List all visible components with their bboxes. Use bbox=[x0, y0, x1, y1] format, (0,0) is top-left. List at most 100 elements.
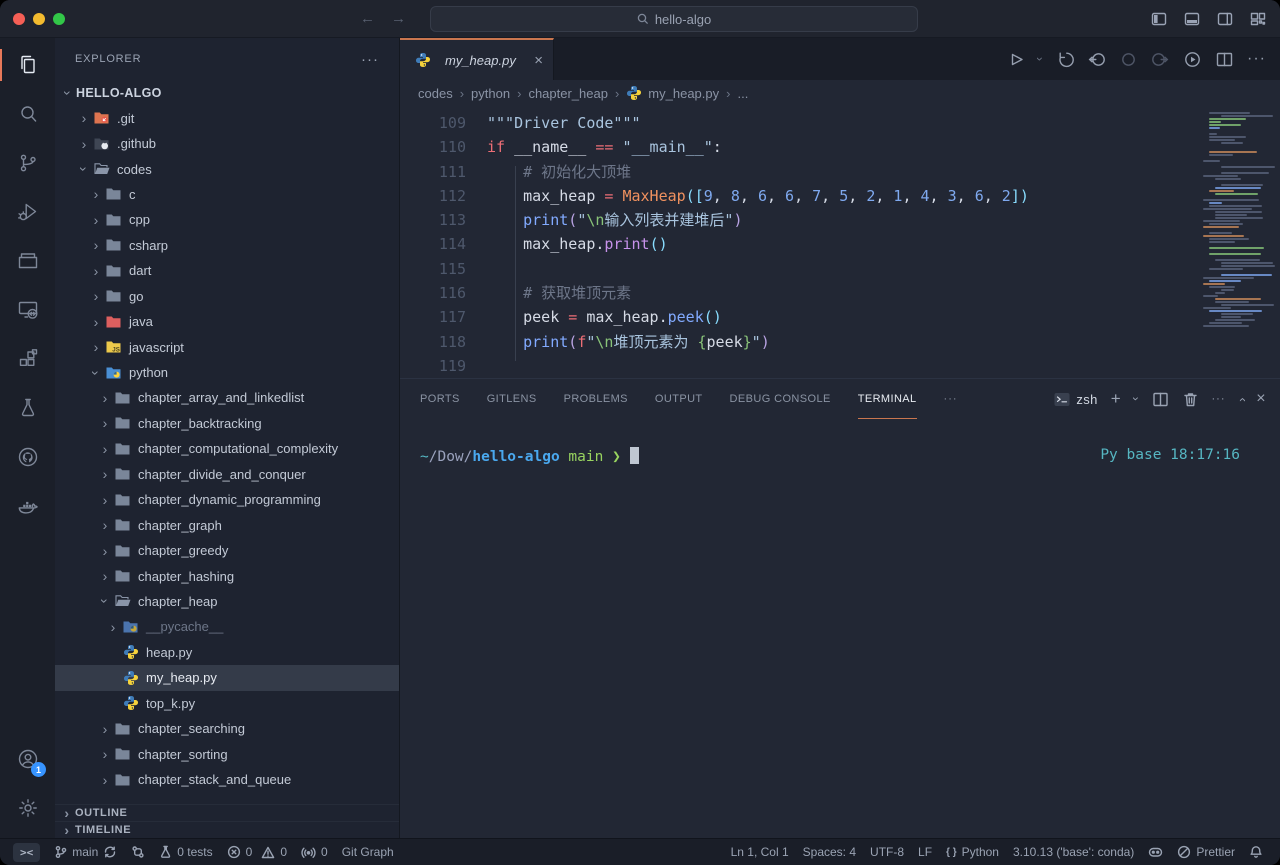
tree-item-top_k.py[interactable]: top_k.py bbox=[55, 691, 399, 716]
panel-tab-terminal[interactable]: TERMINAL bbox=[858, 379, 917, 419]
next-change-icon[interactable] bbox=[1151, 50, 1170, 69]
panel-tab-problems[interactable]: PROBLEMS bbox=[564, 379, 628, 419]
status-git-graph[interactable]: Git Graph bbox=[335, 845, 401, 859]
code-editor[interactable]: 109"""Driver Code"""110if __name__ == "_… bbox=[400, 106, 1280, 378]
panel-tab-ports[interactable]: PORTS bbox=[420, 379, 460, 419]
tree-item-__pycache__[interactable]: ›__pycache__ bbox=[55, 614, 399, 639]
accounts-icon[interactable]: 1 bbox=[0, 736, 55, 782]
code-line-112[interactable]: 112 max_heap = MaxHeap([9, 8, 6, 6, 7, 5… bbox=[400, 184, 1280, 208]
tree-item-heap.py[interactable]: heap.py bbox=[55, 640, 399, 665]
panel-tab-gitlens[interactable]: GITLENS bbox=[487, 379, 537, 419]
code-line-113[interactable]: 113 print("\n输入列表并建堆后") bbox=[400, 208, 1280, 232]
status-python-interpreter[interactable]: 3.10.13 ('base': conda) bbox=[1006, 845, 1141, 859]
breadcrumb-item[interactable]: python bbox=[471, 86, 510, 101]
tree-item-chapter_backtracking[interactable]: ›chapter_backtracking bbox=[55, 411, 399, 436]
status-eol[interactable]: LF bbox=[911, 845, 939, 859]
code-line-118[interactable]: 118 print(f"\n堆顶元素为 {peek}") bbox=[400, 330, 1280, 354]
panel-tab-output[interactable]: OUTPUT bbox=[655, 379, 703, 419]
tree-item-cpp[interactable]: ›cpp bbox=[55, 207, 399, 232]
breadcrumb-item[interactable]: chapter_heap bbox=[528, 86, 608, 101]
tree-item-chapter_graph[interactable]: ›chapter_graph bbox=[55, 512, 399, 537]
status-branch[interactable]: main bbox=[47, 845, 124, 859]
tree-item-.github[interactable]: ›.github bbox=[55, 131, 399, 156]
tree-item-csharp[interactable]: ›csharp bbox=[55, 233, 399, 258]
tree-item-chapter_divide_and_conquer[interactable]: ›chapter_divide_and_conquer bbox=[55, 462, 399, 487]
close-button[interactable] bbox=[13, 13, 25, 25]
explorer-more-icon[interactable]: ··· bbox=[361, 51, 379, 68]
tree-item-javascript[interactable]: ›JSjavascript bbox=[55, 334, 399, 359]
panel-tab-debug-console[interactable]: DEBUG CONSOLE bbox=[730, 379, 831, 419]
tree-item-chapter_stack_and_queue[interactable]: ›chapter_stack_and_queue bbox=[55, 767, 399, 792]
breadcrumb-item[interactable]: ... bbox=[737, 86, 748, 101]
activity-search-icon[interactable] bbox=[0, 91, 55, 137]
kill-terminal-icon[interactable] bbox=[1182, 391, 1199, 408]
toggle-primary-sidebar-icon[interactable] bbox=[1151, 11, 1167, 27]
nav-back-icon[interactable]: ← bbox=[360, 10, 375, 27]
more-actions-icon[interactable]: ··· bbox=[1247, 50, 1266, 68]
status-encoding[interactable]: UTF-8 bbox=[863, 845, 911, 859]
status-notifications[interactable] bbox=[1242, 845, 1270, 859]
more-icon[interactable]: ··· bbox=[1212, 393, 1226, 405]
tree-item-chapter_searching[interactable]: ›chapter_searching bbox=[55, 716, 399, 741]
tree-item-.git[interactable]: ›.git bbox=[55, 105, 399, 130]
split-terminal-icon[interactable] bbox=[1152, 391, 1169, 408]
code-line-111[interactable]: 111 # 初始化大顶堆 bbox=[400, 160, 1280, 184]
activity-docker-icon[interactable] bbox=[0, 483, 55, 529]
tree-item-dart[interactable]: ›dart bbox=[55, 258, 399, 283]
tree-item-chapter_sorting[interactable]: ›chapter_sorting bbox=[55, 741, 399, 766]
status-tests[interactable]: 0 tests bbox=[152, 845, 219, 859]
tab-close-icon[interactable]: × bbox=[534, 52, 543, 69]
code-line-114[interactable]: 114 max_heap.print() bbox=[400, 232, 1280, 256]
tree-item-chapter_heap[interactable]: ›chapter_heap bbox=[55, 589, 399, 614]
settings-gear-icon[interactable] bbox=[0, 785, 55, 831]
status-ports[interactable]: 0 bbox=[294, 845, 335, 859]
toggle-panel-icon[interactable] bbox=[1184, 11, 1200, 27]
code-line-116[interactable]: 116 # 获取堆顶元素 bbox=[400, 281, 1280, 305]
code-line-109[interactable]: 109"""Driver Code""" bbox=[400, 111, 1280, 135]
customize-layout-icon[interactable] bbox=[1250, 11, 1266, 27]
code-line-117[interactable]: 117 peek = max_heap.peek() bbox=[400, 305, 1280, 329]
activity-extensions-icon[interactable] bbox=[0, 336, 55, 382]
status-indentation[interactable]: Spaces: 4 bbox=[796, 845, 863, 859]
tree-item-go[interactable]: ›go bbox=[55, 284, 399, 309]
run-interactive-icon[interactable] bbox=[1183, 50, 1202, 69]
status-prettier[interactable]: Prettier bbox=[1170, 845, 1242, 859]
maximize-panel-icon[interactable]: › bbox=[1239, 392, 1244, 407]
tree-item-java[interactable]: ›java bbox=[55, 309, 399, 334]
status-cursor-position[interactable]: Ln 1, Col 1 bbox=[724, 845, 796, 859]
tree-item-chapter_greedy[interactable]: ›chapter_greedy bbox=[55, 538, 399, 563]
tree-item-python[interactable]: ›python bbox=[55, 360, 399, 385]
previous-change-icon[interactable] bbox=[1087, 50, 1106, 69]
nav-forward-icon[interactable]: → bbox=[391, 10, 406, 27]
breadcrumb-item[interactable]: my_heap.py bbox=[648, 86, 719, 101]
activity-run-debug-icon[interactable] bbox=[0, 189, 55, 235]
status-language-mode[interactable]: { }Python bbox=[939, 845, 1006, 859]
tree-item-chapter_computational_complexity[interactable]: ›chapter_computational_complexity bbox=[55, 436, 399, 461]
breadcrumb-item[interactable]: codes bbox=[418, 86, 453, 101]
tree-item-chapter_hashing[interactable]: ›chapter_hashing bbox=[55, 563, 399, 588]
activity-source-control-icon[interactable] bbox=[0, 140, 55, 186]
code-line-115[interactable]: 115 bbox=[400, 257, 1280, 281]
panel-tabs-overflow-icon[interactable]: ··· bbox=[944, 379, 958, 419]
timeline-icon[interactable] bbox=[1055, 50, 1074, 69]
activity-project-manager-icon[interactable] bbox=[0, 238, 55, 284]
section-timeline[interactable]: ›TIMELINE bbox=[55, 821, 399, 838]
terminal[interactable]: ~/Dow/hello-algo main ❯ Py base 18:17:16 bbox=[400, 419, 1280, 838]
minimap[interactable] bbox=[1200, 109, 1274, 337]
change-icon[interactable] bbox=[1119, 50, 1138, 69]
section-outline[interactable]: ›OUTLINE bbox=[55, 804, 399, 821]
status-remote[interactable]: >< bbox=[6, 843, 47, 862]
activity-github-icon[interactable] bbox=[0, 434, 55, 480]
command-center-search[interactable]: hello-algo bbox=[430, 6, 918, 32]
close-panel-icon[interactable]: × bbox=[1256, 390, 1266, 408]
toggle-secondary-sidebar-icon[interactable] bbox=[1217, 11, 1233, 27]
status-problems[interactable]: 00 bbox=[220, 845, 294, 859]
tab-my_heap[interactable]: my_heap.py × bbox=[400, 38, 554, 80]
status-compare[interactable] bbox=[124, 845, 152, 859]
tree-item-codes[interactable]: ›codes bbox=[55, 156, 399, 181]
activity-remote-explorer-icon[interactable] bbox=[0, 287, 55, 333]
tree-item-HELLO-ALGO[interactable]: ›HELLO-ALGO bbox=[55, 80, 399, 105]
terminal-dropdown-icon[interactable]: › bbox=[1134, 392, 1138, 406]
zoom-button[interactable] bbox=[53, 13, 65, 25]
code-line-110[interactable]: 110if __name__ == "__main__": bbox=[400, 135, 1280, 159]
